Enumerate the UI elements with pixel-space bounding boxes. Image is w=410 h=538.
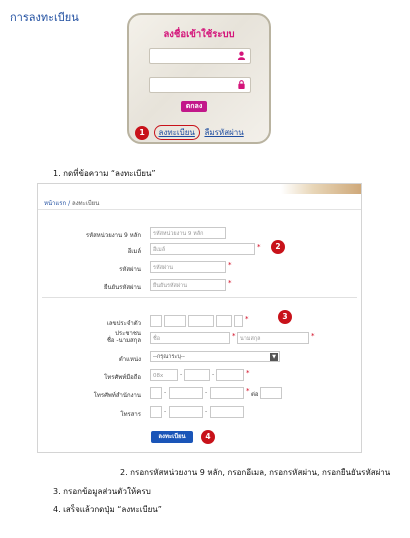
instruction-step-4: 4. เสร็จแล้วกดปุ่ม “ลงทะเบียน” [53, 505, 162, 514]
username-input[interactable] [149, 48, 251, 64]
email-label: อีเมล์ [127, 248, 141, 255]
dash: - [205, 408, 208, 415]
dash: - [164, 408, 167, 415]
email-input[interactable]: อีเมล์ [150, 243, 255, 255]
register-submit-button[interactable]: ลงทะเบียน [151, 431, 193, 443]
org-code-label: รหัสหน่วยงาน 9 หลัก [85, 232, 141, 239]
header-decoration [281, 184, 361, 194]
user-icon [237, 51, 246, 60]
login-submit-button[interactable]: ตกลง [181, 101, 207, 112]
dash: - [205, 389, 208, 396]
registration-form: หน้าแรก / ลงทะเบียน รหัสหน่วยงาน 9 หลัก … [37, 183, 362, 453]
mobile-label: โทรศัพท์มือถือ [104, 374, 141, 381]
section-divider [42, 297, 357, 298]
office-phone-input-3[interactable] [210, 387, 244, 399]
id-card-input-5[interactable] [234, 315, 243, 327]
password-label: รหัสผ่าน [119, 266, 141, 273]
office-phone-label: โทรศัพท์สำนักงาน [93, 392, 141, 399]
name-label: ชื่อ -นามสกุล [106, 337, 141, 344]
required-mark: * [246, 369, 250, 377]
login-heading: ลงชื่อเข้าใช้ระบบ [163, 29, 235, 40]
login-panel: ลงชื่อเข้าใช้ระบบ ตกลง 1 ลงทะเบียน ลืมรห… [127, 13, 271, 144]
confirm-password-input[interactable]: ยืนยันรหัสผ่าน [150, 279, 226, 291]
breadcrumb-current: ลงทะเบียน [72, 200, 100, 207]
lock-icon [238, 80, 245, 89]
confirm-password-label: ยืนยันรหัสผ่าน [103, 284, 141, 291]
required-mark: * [228, 279, 232, 287]
instruction-step-1: 1. กดที่ข้อความ “ลงทะเบียน” [53, 169, 156, 178]
fax-input-2[interactable] [169, 406, 203, 418]
required-mark: * [246, 387, 250, 395]
required-mark: * [257, 243, 261, 251]
chevron-down-icon: ▼ [270, 353, 278, 361]
required-mark: * [228, 261, 232, 269]
org-code-input[interactable]: รหัสหน่วยงาน 9 หลัก [150, 227, 226, 239]
position-select[interactable]: --กรุณาระบุ-- ▼ [150, 351, 280, 362]
password-input[interactable]: รหัสผ่าน [150, 261, 226, 273]
id-card-input-1[interactable] [150, 315, 162, 327]
office-phone-input-1[interactable] [150, 387, 162, 399]
dash: - [212, 371, 215, 378]
extension-input[interactable] [260, 387, 282, 399]
dash: - [180, 371, 183, 378]
required-mark: * [311, 332, 315, 340]
breadcrumb: หน้าแรก / ลงทะเบียน [44, 198, 99, 208]
mobile-middle-input[interactable] [184, 369, 210, 381]
page-title: การลงทะเบียน [10, 11, 79, 24]
mobile-last-input[interactable] [216, 369, 244, 381]
position-label: ตำแหน่ง [118, 356, 141, 363]
instruction-step-2: 2. กรอกรหัสหน่วยงาน 9 หลัก, กรอกอีเมล, ก… [120, 468, 391, 477]
required-mark: * [232, 332, 236, 340]
id-card-input-3[interactable] [188, 315, 214, 327]
dash: - [164, 389, 167, 396]
callout-badge-4: 4 [201, 430, 215, 444]
fax-label: โทรสาร [120, 411, 141, 418]
callout-badge-2: 2 [271, 240, 285, 254]
fax-input-1[interactable] [150, 406, 162, 418]
login-links: 1 ลงทะเบียน ลืมรหัสผ่าน [135, 125, 244, 140]
forgot-password-link[interactable]: ลืมรหัสผ่าน [204, 128, 243, 137]
breadcrumb-divider [38, 209, 361, 210]
mobile-prefix-input[interactable]: 08x [150, 369, 178, 381]
password-input[interactable] [149, 77, 251, 93]
first-name-input[interactable]: ชื่อ [150, 332, 230, 344]
callout-badge-3: 3 [278, 310, 292, 324]
extension-label: ต่อ [251, 391, 259, 398]
instruction-step-3: 3. กรอกข้อมูลส่วนตัวให้ครบ [53, 487, 151, 496]
last-name-input[interactable]: นามสกุล [237, 332, 309, 344]
fax-input-3[interactable] [210, 406, 244, 418]
required-mark: * [245, 315, 249, 323]
id-card-input-4[interactable] [216, 315, 232, 327]
callout-badge-1: 1 [135, 125, 149, 140]
id-card-input-2[interactable] [164, 315, 186, 327]
breadcrumb-separator: / [68, 200, 71, 207]
office-phone-input-2[interactable] [169, 387, 203, 399]
register-link[interactable]: ลงทะเบียน [153, 125, 200, 140]
position-select-value: --กรุณาระบุ-- [153, 354, 185, 360]
breadcrumb-home[interactable]: หน้าแรก [44, 200, 66, 207]
